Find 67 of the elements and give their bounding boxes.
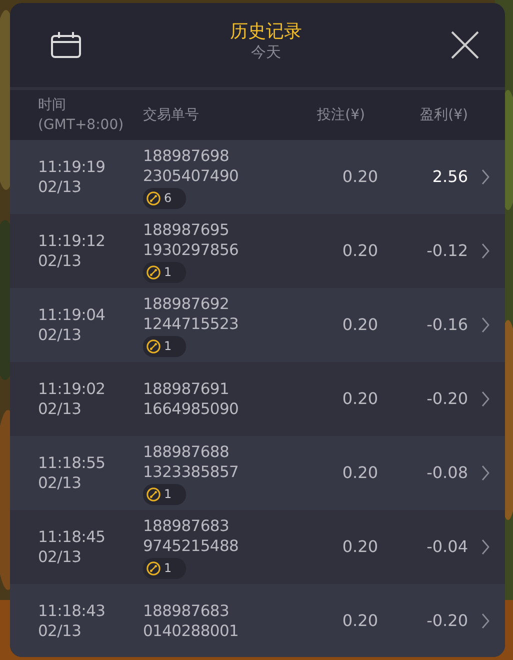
time-text: 11:19:04 <box>38 305 106 325</box>
bet-amount: 0.20 <box>341 537 378 557</box>
profit-amount: -0.20 <box>426 389 468 409</box>
time-text: 11:18:43 <box>38 601 106 621</box>
order-number: 1930297856 <box>143 240 239 260</box>
order-number: 188987692 <box>143 294 230 314</box>
profit-amount: 2.56 <box>431 167 468 187</box>
order-number: 9745215488 <box>143 536 239 556</box>
chevron-right-icon[interactable] <box>481 391 490 407</box>
coin-icon <box>146 486 161 502</box>
multiplier-badge: 1 <box>143 336 186 356</box>
column-header: 交易单号 <box>143 106 200 125</box>
coin-icon <box>146 264 161 280</box>
chevron-right-icon[interactable] <box>481 317 490 333</box>
time-text: 11:18:45 <box>38 527 106 547</box>
profit-amount: -0.20 <box>426 611 468 631</box>
date-text: 02/13 <box>38 251 82 271</box>
order-number: 188987683 <box>143 516 230 536</box>
time-text: 11:19:12 <box>38 231 106 251</box>
bet-amount: 0.20 <box>341 389 378 409</box>
coin-icon <box>146 560 161 576</box>
profit-amount: -0.16 <box>426 315 468 335</box>
bet-amount: 0.20 <box>341 463 378 483</box>
close-icon[interactable] <box>451 31 479 59</box>
profit-amount: -0.12 <box>426 241 468 261</box>
column-header: 盈利(¥) <box>419 106 468 125</box>
multiplier-badge: 6 <box>143 188 186 208</box>
chevron-right-icon[interactable] <box>481 539 490 555</box>
time-text: 11:18:55 <box>38 453 106 473</box>
time-text: 11:19:19 <box>38 157 106 177</box>
order-number: 0140288001 <box>143 621 239 641</box>
date-text: 02/13 <box>38 177 82 197</box>
date-text: 02/13 <box>38 621 82 641</box>
order-number: 188987695 <box>143 220 230 240</box>
chevron-right-icon[interactable] <box>481 169 490 185</box>
column-header: 时间 (GMT+8:00) <box>38 96 125 135</box>
order-number: 2305407490 <box>143 166 239 186</box>
date-text: 02/13 <box>38 399 82 419</box>
multiplier-badge: 1 <box>143 484 186 504</box>
time-text: 11:19:02 <box>38 379 106 399</box>
coin-icon <box>146 190 161 206</box>
bet-amount: 0.20 <box>341 611 378 631</box>
order-number: 188987698 <box>143 146 230 166</box>
profit-amount: -0.08 <box>426 463 468 483</box>
dialog-title: 历史记录 <box>230 20 302 42</box>
profit-amount: -0.04 <box>426 537 468 557</box>
multiplier-badge: 1 <box>143 262 186 282</box>
order-number: 1244715523 <box>143 314 239 334</box>
calendar-icon[interactable] <box>51 32 81 58</box>
coin-icon <box>146 338 161 354</box>
date-text: 02/13 <box>38 473 82 493</box>
chevron-right-icon[interactable] <box>481 465 490 481</box>
date-text: 02/13 <box>38 547 82 567</box>
order-number: 1323385857 <box>143 462 239 482</box>
bet-amount: 0.20 <box>341 241 378 261</box>
chevron-right-icon[interactable] <box>481 613 490 629</box>
bet-amount: 0.20 <box>341 167 378 187</box>
date-filter-label: 今天 <box>251 42 281 62</box>
column-header: 投注(¥) <box>316 106 365 125</box>
order-number: 188987688 <box>143 442 230 462</box>
chevron-right-icon[interactable] <box>481 243 490 259</box>
date-text: 02/13 <box>38 325 82 345</box>
order-number: 1664985090 <box>143 399 239 419</box>
order-number: 188987683 <box>143 601 230 621</box>
order-number: 188987691 <box>143 379 230 399</box>
multiplier-badge: 1 <box>143 558 186 578</box>
bet-amount: 0.20 <box>341 315 378 335</box>
